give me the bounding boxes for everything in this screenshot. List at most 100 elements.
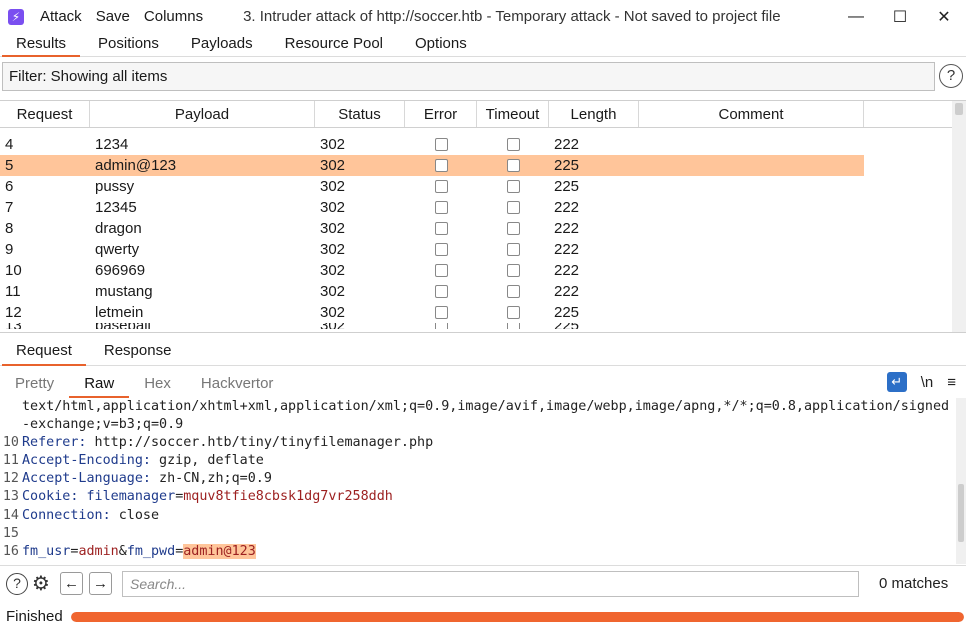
menu-save[interactable]: Save bbox=[96, 8, 130, 25]
cell-comment bbox=[639, 302, 864, 323]
cell-payload: qwerty bbox=[95, 241, 140, 258]
tab-response[interactable]: Response bbox=[88, 340, 188, 365]
search-back-button[interactable]: ← bbox=[60, 572, 83, 595]
column-header-payload[interactable]: Payload bbox=[90, 101, 315, 127]
title-bar: ⚡ Attack Save Columns 3. Intruder attack… bbox=[0, 0, 966, 33]
help-icon[interactable]: ? bbox=[939, 64, 963, 88]
table-row[interactable]: 10 696969 302 222 bbox=[0, 260, 952, 281]
scrollbar-thumb[interactable] bbox=[955, 103, 963, 115]
table-row[interactable]: 13baseball302 225 bbox=[0, 323, 952, 329]
column-header-timeout[interactable]: Timeout bbox=[477, 101, 549, 127]
settings-gear-icon[interactable]: ⚙ bbox=[30, 573, 52, 595]
tab-raw[interactable]: Raw bbox=[69, 372, 130, 398]
table-row[interactable]: 12 letmein 302 225 bbox=[0, 302, 952, 323]
menu-icon[interactable]: ≡ bbox=[947, 374, 956, 391]
help-icon[interactable]: ? bbox=[6, 572, 28, 595]
cell-comment bbox=[639, 176, 864, 197]
table-scrollbar[interactable] bbox=[952, 101, 966, 332]
close-button[interactable]: ✕ bbox=[922, 0, 966, 33]
tab-hackvertor[interactable]: Hackvertor bbox=[186, 372, 289, 396]
cell-error bbox=[405, 218, 477, 239]
timeout-checkbox bbox=[506, 305, 520, 319]
request-editor[interactable]: text/html,application/xhtml+xml,applicat… bbox=[0, 398, 966, 564]
table-row[interactable]: 7 12345 302 222 bbox=[0, 197, 952, 218]
editor-scrollbar-thumb[interactable] bbox=[958, 484, 964, 542]
menu-attack[interactable]: Attack bbox=[40, 8, 82, 25]
timeout-checkbox bbox=[506, 263, 520, 277]
column-header-error[interactable]: Error bbox=[405, 101, 477, 127]
tab-pretty[interactable]: Pretty bbox=[0, 372, 69, 396]
column-header-status[interactable]: Status bbox=[315, 101, 405, 127]
attack-tabs: Results Positions Payloads Resource Pool… bbox=[0, 33, 966, 57]
table-row[interactable]: 4 1234 302 222 bbox=[0, 134, 952, 155]
editor-line: 15 bbox=[0, 525, 966, 543]
close-icon: ✕ bbox=[937, 8, 951, 26]
tab-results[interactable]: Results bbox=[0, 33, 82, 57]
line-text: -exchange;v=b3;q=0.9 bbox=[22, 417, 184, 433]
filter-bar[interactable]: Filter: Showing all items bbox=[2, 62, 935, 91]
tab-positions[interactable]: Positions bbox=[82, 33, 175, 56]
error-checkbox bbox=[434, 242, 448, 256]
header-name: Accept-Encoding: bbox=[22, 453, 151, 469]
attack-status: Finished bbox=[6, 608, 63, 625]
tab-hex[interactable]: Hex bbox=[129, 372, 186, 396]
cell-timeout bbox=[477, 218, 549, 239]
cell-length: 225 bbox=[549, 155, 639, 176]
line-number bbox=[0, 398, 22, 416]
cell-status: 302 bbox=[315, 323, 405, 329]
cell-status: 302 bbox=[315, 155, 405, 176]
cell-status: 302 bbox=[320, 241, 346, 258]
line-number: 16 bbox=[2, 543, 19, 559]
column-header-comment[interactable]: Comment bbox=[639, 101, 864, 127]
search-input[interactable]: Search... bbox=[122, 570, 859, 597]
param-name: fm_usr bbox=[22, 543, 71, 559]
cell-error bbox=[405, 281, 477, 302]
table-row[interactable]: 8 dragon 302 222 bbox=[0, 218, 952, 239]
cell-length: 222 bbox=[554, 241, 580, 258]
search-forward-button[interactable]: → bbox=[89, 572, 112, 595]
search-bar: ? ⚙ ← → Search... 0 matches bbox=[0, 565, 966, 601]
column-header-request[interactable]: Request bbox=[0, 101, 90, 127]
error-checkbox bbox=[434, 179, 448, 193]
cell-comment bbox=[639, 260, 864, 281]
tab-resource-pool[interactable]: Resource Pool bbox=[269, 33, 399, 56]
show-newlines-icon[interactable]: \n bbox=[921, 374, 934, 391]
header-value: gzip, deflate bbox=[151, 453, 264, 469]
arrow-right-icon: → bbox=[93, 575, 108, 592]
cell-request: 13 bbox=[0, 323, 90, 329]
timeout-checkbox bbox=[506, 284, 520, 298]
cell-request: 6 bbox=[5, 178, 14, 195]
cell-payload: baseball bbox=[90, 323, 315, 329]
line-number bbox=[0, 416, 22, 434]
tab-request[interactable]: Request bbox=[0, 340, 88, 366]
header-name: Referer: bbox=[22, 435, 87, 451]
timeout-checkbox bbox=[506, 221, 520, 235]
tab-payloads[interactable]: Payloads bbox=[175, 33, 269, 56]
column-header-length[interactable]: Length bbox=[549, 101, 639, 127]
line-number: 14 bbox=[2, 507, 19, 523]
error-checkbox bbox=[434, 284, 448, 298]
table-row[interactable]: 11 mustang 302 222 bbox=[0, 281, 952, 302]
cell-payload: 12345 bbox=[95, 199, 137, 216]
word-wrap-icon[interactable]: ↵ bbox=[886, 372, 907, 392]
cell-length: 222 bbox=[554, 136, 580, 153]
table-row[interactable]: 9 qwerty 302 222 bbox=[0, 239, 952, 260]
tab-options[interactable]: Options bbox=[399, 33, 483, 56]
cell-payload: mustang bbox=[95, 283, 153, 300]
cell-length: 225 bbox=[554, 304, 580, 321]
cell-comment bbox=[639, 281, 864, 302]
maximize-button[interactable]: ☐ bbox=[878, 0, 922, 33]
timeout-checkbox bbox=[506, 158, 520, 172]
payload-highlight: admin@123 bbox=[183, 543, 256, 559]
table-row[interactable]: 6 pussy 302 225 bbox=[0, 176, 952, 197]
editor-scrollbar[interactable] bbox=[956, 398, 966, 564]
results-table: Request Payload Status Error Timeout Len… bbox=[0, 100, 966, 333]
minimize-button[interactable]: — bbox=[834, 0, 878, 33]
cell-request: 9 bbox=[5, 241, 14, 258]
cell-timeout bbox=[477, 176, 549, 197]
table-row[interactable]: 5 admin@123 302 225 bbox=[0, 155, 952, 176]
menu-columns[interactable]: Columns bbox=[144, 8, 203, 25]
param-name: fm_pwd bbox=[126, 543, 176, 559]
editor-line: 11 Accept-Encoding: gzip, deflate bbox=[0, 452, 966, 470]
header-value: zh-CN,zh;q=0.9 bbox=[151, 471, 272, 487]
